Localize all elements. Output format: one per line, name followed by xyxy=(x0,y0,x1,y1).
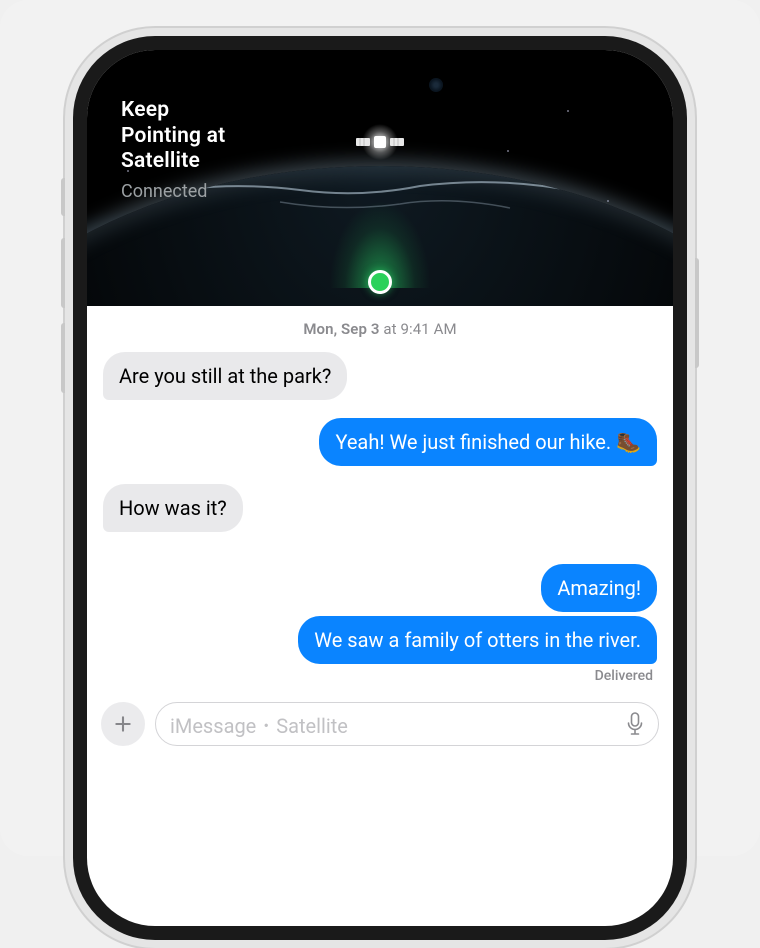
delivered-status: Delivered xyxy=(87,668,673,684)
message-outgoing[interactable]: Amazing! xyxy=(87,564,673,612)
message-input-bar: iMessage ･ Satellite xyxy=(87,692,673,746)
message-bubble: Yeah! We just finished our hike. 🥾 xyxy=(319,418,657,466)
message-bubble: We saw a family of otters in the river. xyxy=(298,616,657,664)
message-outgoing[interactable]: We saw a family of otters in the river. xyxy=(87,616,673,664)
message-outgoing[interactable]: Yeah! We just finished our hike. 🥾 xyxy=(87,418,673,466)
message-incoming[interactable]: Are you still at the park? xyxy=(87,352,673,400)
dictation-button[interactable] xyxy=(626,712,644,736)
satellite-title-line: Satellite xyxy=(121,149,200,173)
side-button xyxy=(695,258,699,368)
iphone-frame: Keep Pointing at Satellite Connected xyxy=(65,28,695,948)
add-attachment-button[interactable] xyxy=(101,702,145,746)
volume-down-button xyxy=(61,323,65,393)
location-dot xyxy=(368,270,392,294)
satellite-status: Connected xyxy=(121,181,225,202)
messages-area[interactable]: Mon, Sep 3 at 9:41 AM Are you still at t… xyxy=(87,306,673,692)
message-input[interactable]: iMessage ･ Satellite xyxy=(155,702,659,746)
dynamic-island xyxy=(305,64,455,106)
satellite-icon xyxy=(350,122,410,166)
message-bubble: Are you still at the park? xyxy=(103,352,347,400)
satellite-title-line: Keep xyxy=(121,98,169,122)
volume-up-button xyxy=(61,238,65,308)
message-bubble: How was it? xyxy=(103,484,243,532)
microphone-icon xyxy=(626,712,644,736)
satellite-title-line: Pointing at xyxy=(121,124,225,148)
screen: Keep Pointing at Satellite Connected xyxy=(87,50,673,926)
mute-switch xyxy=(61,178,65,216)
conversation-timestamp: Mon, Sep 3 at 9:41 AM xyxy=(87,320,673,338)
input-placeholder: iMessage ･ Satellite xyxy=(170,710,348,739)
satellite-banner[interactable]: Keep Pointing at Satellite Connected xyxy=(87,50,673,306)
satellite-instruction: Keep Pointing at Satellite Connected xyxy=(121,98,225,202)
plus-icon xyxy=(113,714,133,734)
message-incoming[interactable]: How was it? xyxy=(87,484,673,532)
message-bubble: Amazing! xyxy=(541,564,657,612)
